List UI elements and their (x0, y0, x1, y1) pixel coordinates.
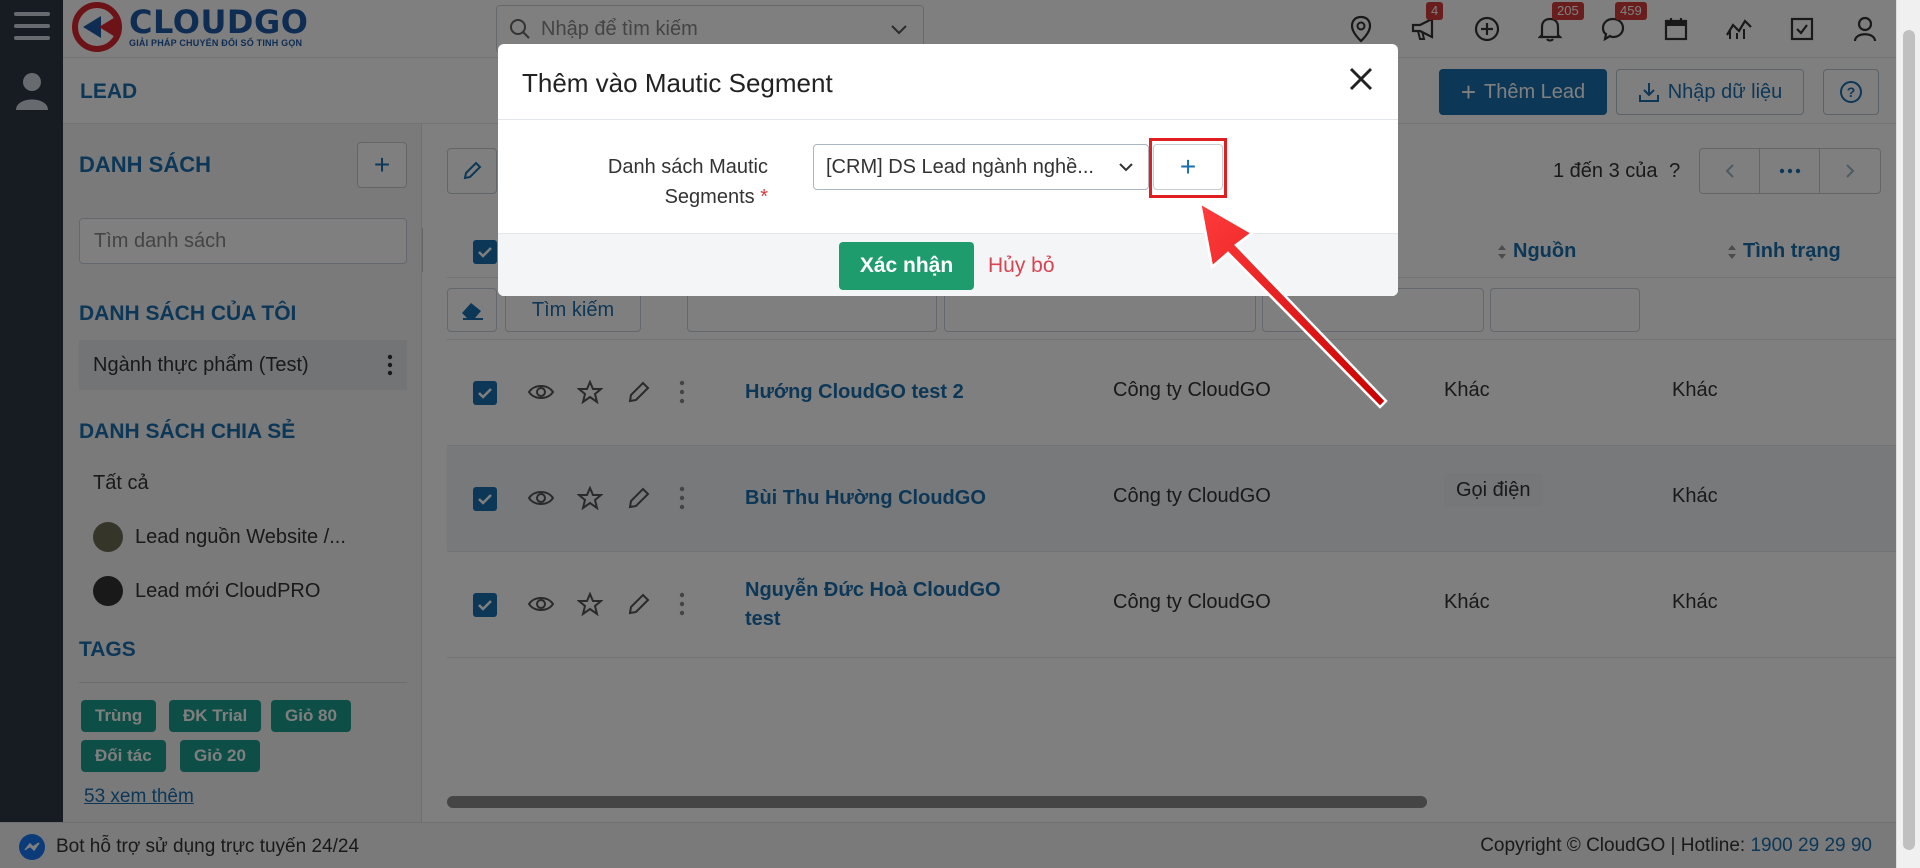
annotation-arrow-icon (1198, 200, 1388, 409)
dialog-title: Thêm vào Mautic Segment (522, 68, 833, 98)
required-mark: * (760, 186, 768, 208)
field-label-line-1: Danh sách Mautic (607, 156, 768, 178)
close-icon[interactable] (1346, 64, 1376, 94)
vertical-scrollbar[interactable] (1896, 0, 1920, 868)
confirm-button[interactable]: Xác nhận (839, 242, 974, 290)
segment-select[interactable]: [CRM] DS Lead ngành nghề... (813, 144, 1149, 190)
scrollbar-thumb[interactable] (1903, 30, 1915, 850)
dialog-header: Thêm vào Mautic Segment (498, 44, 1398, 120)
segment-field-label: Danh sách Mautic Segments * (498, 152, 768, 212)
cancel-button[interactable]: Hủy bỏ (988, 254, 1055, 278)
chevron-down-icon (1119, 163, 1133, 172)
field-label-line-2: Segments (664, 186, 755, 208)
segment-selected-value: [CRM] DS Lead ngành nghề... (826, 155, 1094, 178)
annotation-highlight-box (1149, 138, 1227, 198)
